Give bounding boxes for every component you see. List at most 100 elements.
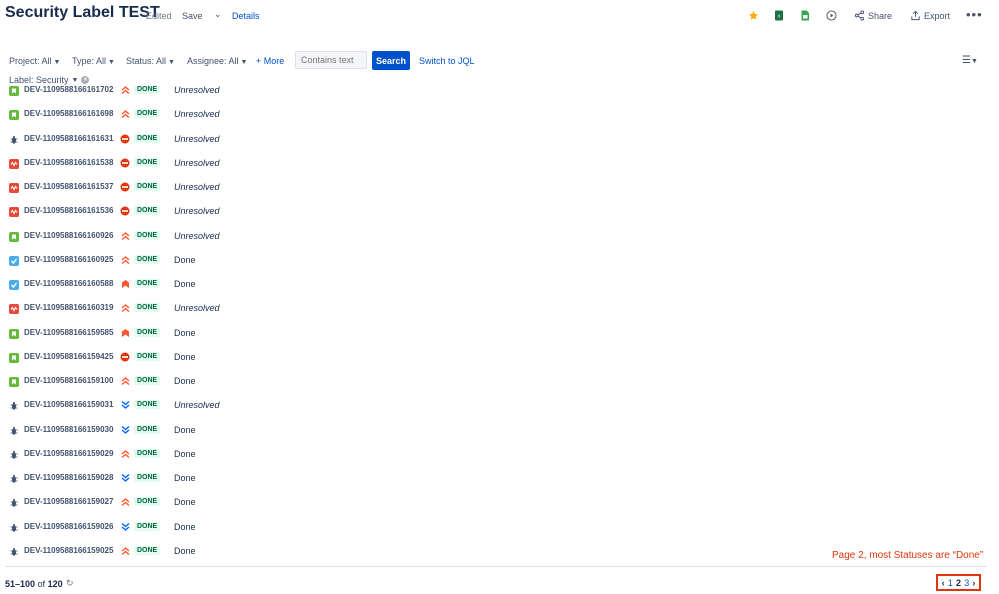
issue-key-link[interactable]: DEV-1109588166161702: [24, 86, 113, 94]
issue-key-link[interactable]: DEV-1109588166159025: [24, 546, 113, 555]
story-icon: [9, 352, 19, 363]
issue-key-link[interactable]: DEV-1109588166160925: [24, 255, 113, 264]
issue-row[interactable]: DEV-1109588166161698 DONE Unresolved: [0, 104, 999, 128]
page-3-link[interactable]: 3: [964, 578, 969, 588]
resolution-text: Done: [174, 497, 196, 508]
results-total: 120: [47, 579, 63, 589]
resolution-text: Done: [174, 473, 196, 483]
status-filter[interactable]: Status: All ▼: [126, 56, 175, 66]
issue-key-link[interactable]: DEV-1109588166160588: [24, 279, 113, 288]
bug-icon: [9, 498, 19, 508]
play-icon[interactable]: [825, 9, 837, 21]
issue-row[interactable]: DEV-1109588166160925 DONE Done: [0, 250, 999, 274]
issue-key-link[interactable]: DEV-1109588166161698: [24, 109, 113, 118]
priority-highest-icon: [120, 86, 130, 95]
issue-row[interactable]: DEV-1109588166161537 DONE Unresolved: [0, 177, 999, 201]
more-actions-icon[interactable]: •••: [966, 7, 983, 22]
assignee-filter[interactable]: Assignee: All ▼: [187, 56, 247, 66]
page-1-link[interactable]: 1: [948, 578, 953, 588]
status-badge: DONE: [134, 400, 161, 410]
issue-row[interactable]: DEV-1109588166159585 DONE Done: [0, 323, 999, 347]
priority-highest-icon: [120, 303, 130, 313]
share-icon[interactable]: [853, 9, 865, 21]
issue-key-link[interactable]: DEV-1109588166159028: [24, 473, 113, 482]
issue-row[interactable]: DEV-1109588166159100 DONE Done: [0, 371, 999, 395]
issue-key-link[interactable]: DEV-1109588166161537: [24, 182, 113, 191]
search-button[interactable]: Search: [372, 51, 410, 70]
resolution-text: Unresolved: [174, 182, 220, 192]
issue-row[interactable]: DEV-1109588166159030 DONE Done: [0, 420, 999, 444]
pagination: ‹ 1 2 3 ›: [936, 574, 981, 591]
status-badge: DONE: [134, 109, 161, 119]
issue-row[interactable]: DEV-1109588166161631 DONE Unresolved: [0, 129, 999, 153]
issue-key-link[interactable]: DEV-1109588166160926: [24, 231, 113, 240]
issue-key-link[interactable]: DEV-1109588166159031: [24, 400, 113, 409]
status-badge: DONE: [134, 545, 161, 555]
issue-row[interactable]: DEV-1109588166160319 DONE Unresolved: [0, 298, 999, 322]
issue-key-link[interactable]: DEV-1109588166160319: [24, 303, 113, 312]
status-badge: DONE: [134, 133, 161, 143]
next-page-icon[interactable]: ›: [972, 578, 975, 588]
story-icon: [9, 86, 19, 96]
export-button[interactable]: Export: [924, 11, 950, 21]
previous-page-icon[interactable]: ‹: [942, 578, 945, 588]
issue-key-link[interactable]: DEV-1109588166159027: [24, 497, 113, 506]
project-filter[interactable]: Project: All ▼: [9, 56, 60, 66]
save-options-chevron-icon[interactable]: ⌄: [214, 9, 222, 20]
edited-label: Edited: [146, 11, 172, 21]
resolution-text: Done: [174, 376, 196, 386]
issue-row[interactable]: DEV-1109588166159027 DONE Done: [0, 492, 999, 516]
contains-text-input[interactable]: [295, 51, 367, 69]
details-link[interactable]: Details: [232, 11, 260, 21]
type-filter[interactable]: Type: All ▼: [72, 56, 115, 66]
status-badge: DONE: [134, 157, 161, 167]
issue-key-link[interactable]: DEV-1109588166161631: [24, 134, 113, 143]
priority-critical-icon: [120, 328, 130, 338]
issue-key-link[interactable]: DEV-1109588166159029: [24, 449, 113, 458]
issue-row[interactable]: DEV-1109588166161702 DONE Unresolved: [0, 86, 999, 104]
issue-key-link[interactable]: DEV-1109588166159425: [24, 352, 113, 361]
share-button[interactable]: Share: [868, 11, 892, 21]
status-badge: DONE: [134, 279, 161, 288]
issue-row[interactable]: DEV-1109588166161538 DONE Unresolved: [0, 153, 999, 177]
star-icon[interactable]: [747, 9, 759, 21]
issue-key-link[interactable]: DEV-1109588166159585: [24, 328, 113, 337]
issue-row[interactable]: DEV-1109588166159029 DONE Done: [0, 444, 999, 468]
more-filters-button[interactable]: + More: [256, 56, 284, 66]
story-icon: [9, 231, 19, 242]
issue-row[interactable]: DEV-1109588166160588 DONE Done: [0, 274, 999, 298]
issue-row[interactable]: DEV-1109588166159031 DONE Unresolved: [0, 395, 999, 419]
bug-icon: [9, 474, 19, 484]
status-badge: DONE: [134, 303, 161, 313]
label-filter[interactable]: Label: Security ▼ ✕: [9, 75, 90, 85]
issue-row[interactable]: DEV-1109588166161536 DONE Unresolved: [0, 201, 999, 225]
chevron-down-icon: ▼: [240, 59, 248, 66]
issue-key-link[interactable]: DEV-1109588166159030: [24, 425, 113, 434]
switch-to-jql-link[interactable]: Switch to JQL: [419, 56, 475, 66]
status-badge: DONE: [134, 376, 161, 385]
results-of: of: [37, 579, 46, 589]
status-badge: DONE: [134, 351, 161, 361]
resolution-text: Done: [174, 448, 196, 459]
issue-row[interactable]: DEV-1109588166159028 DONE Done: [0, 468, 999, 492]
priority-blocker-icon: [120, 182, 130, 192]
issue-key-link[interactable]: DEV-1109588166159100: [24, 376, 113, 385]
chevron-down-icon: ▼: [71, 76, 79, 84]
issue-key-link[interactable]: DEV-1109588166161538: [24, 158, 113, 167]
story-icon: [9, 377, 19, 387]
refresh-icon[interactable]: ↻: [66, 578, 74, 589]
page-2-current[interactable]: 2: [956, 578, 961, 588]
status-badge: DONE: [134, 230, 161, 240]
save-button[interactable]: Save: [182, 11, 203, 21]
issue-row[interactable]: DEV-1109588166159425 DONE Done: [0, 347, 999, 371]
sheets-export-icon[interactable]: [799, 9, 811, 21]
issue-row[interactable]: DEV-1109588166160926 DONE Unresolved: [0, 226, 999, 250]
excel-export-icon[interactable]: x: [773, 9, 785, 21]
list-view-icon[interactable]: ☰▼: [962, 55, 978, 66]
issue-row[interactable]: DEV-1109588166159026 DONE Done: [0, 517, 999, 541]
incident-icon: [9, 207, 19, 218]
issue-key-link[interactable]: DEV-1109588166161536: [24, 206, 113, 215]
issue-key-link[interactable]: DEV-1109588166159026: [24, 522, 113, 531]
export-icon[interactable]: [909, 9, 921, 21]
clear-filter-icon[interactable]: ✕: [81, 76, 90, 84]
